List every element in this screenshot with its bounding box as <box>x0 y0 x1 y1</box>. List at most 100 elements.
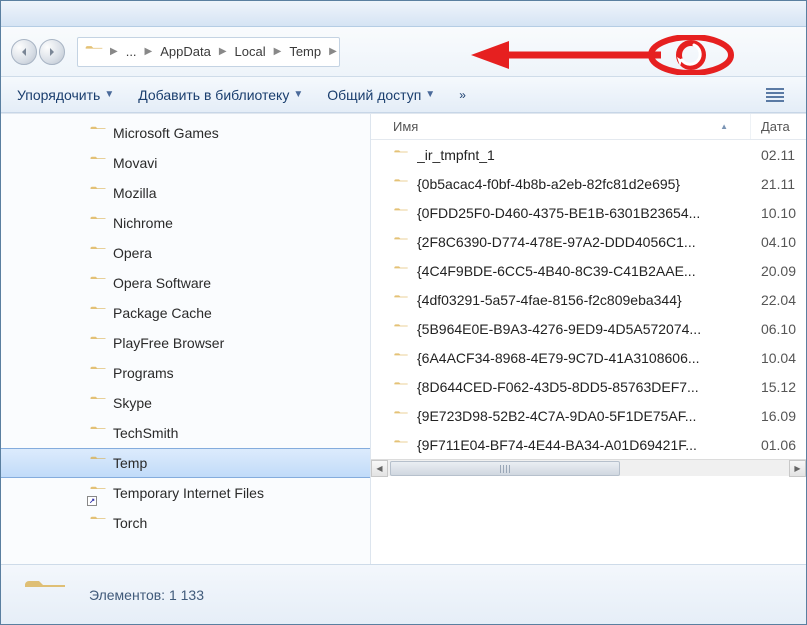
tree-item[interactable]: Package Cache <box>1 298 370 328</box>
list-item[interactable]: {0FDD25F0-D460-4375-BE1B-6301B23654...10… <box>371 198 806 227</box>
breadcrumb-segment[interactable]: AppData <box>154 44 217 59</box>
column-date-label: Дата <box>761 119 790 134</box>
add-to-library-button[interactable]: Добавить в библиотеку ▼ <box>138 87 303 103</box>
folder-icon <box>89 363 107 384</box>
breadcrumb-segment[interactable]: ... <box>120 44 143 59</box>
tree-item[interactable]: Microsoft Games <box>1 118 370 148</box>
title-bar <box>1 1 806 27</box>
list-item[interactable]: {9E723D98-52B2-4C7A-9DA0-5F1DE75AF...16.… <box>371 401 806 430</box>
column-header-date[interactable]: Дата <box>751 114 806 139</box>
file-list[interactable]: Имя ▲ Дата _ir_tmpfnt_1 02.11 {0b5acac4-f0… <box>371 114 806 564</box>
list-item[interactable]: {4df03291-5a57-4fae-8156-f2c809eba344}22… <box>371 285 806 314</box>
tree-item-label: Temporary Internet Files <box>113 485 264 501</box>
list-item[interactable]: {4C4F9BDE-6CC5-4B40-8C39-C41B2AAE...20.0… <box>371 256 806 285</box>
elements-label: Элементов: <box>89 587 165 603</box>
list-item[interactable]: {9F711E04-BF74-4E44-BA34-A01D69421F...01… <box>371 430 806 459</box>
elements-count: 1 133 <box>169 587 204 603</box>
folder-icon <box>393 263 409 279</box>
folder-icon <box>393 408 409 424</box>
chevron-right-icon[interactable]: ▶ <box>143 46 155 57</box>
tree-item-label: PlayFree Browser <box>113 335 224 351</box>
folder-icon <box>89 213 107 234</box>
folder-icon <box>89 393 107 414</box>
tree-item[interactable]: Temp <box>1 448 370 478</box>
file-name: {9E723D98-52B2-4C7A-9DA0-5F1DE75AF... <box>417 408 696 424</box>
folder-icon <box>393 292 409 308</box>
overflow-button[interactable]: » <box>459 88 466 102</box>
share-button[interactable]: Общий доступ ▼ <box>327 87 435 103</box>
tree-item-label: Opera Software <box>113 275 211 291</box>
list-item[interactable]: {2F8C6390-D774-478E-97A2-DDD4056C1...04.… <box>371 227 806 256</box>
file-date: 10.10 <box>751 205 806 221</box>
chevron-right-icon[interactable]: ▶ <box>108 46 120 57</box>
scroll-right-button[interactable]: ▶ <box>789 460 806 477</box>
tree-item[interactable]: Temporary Internet Files <box>1 478 370 508</box>
file-name: {9F711E04-BF74-4E44-BA34-A01D69421F... <box>417 437 697 453</box>
file-date: 21.11 <box>751 176 806 192</box>
folder-icon <box>89 513 107 534</box>
organize-label: Упорядочить <box>17 87 100 103</box>
tree-item[interactable]: Mozilla <box>1 178 370 208</box>
file-date: 02.11 <box>751 147 806 163</box>
tree-item[interactable]: Opera Software <box>1 268 370 298</box>
column-header-name[interactable]: Имя ▲ <box>371 114 751 139</box>
tree-item[interactable]: PlayFree Browser <box>1 328 370 358</box>
file-name: {0b5acac4-f0bf-4b8b-a2eb-82fc81d2e695} <box>417 176 680 192</box>
file-date: 04.10 <box>751 234 806 250</box>
tree-item[interactable]: Opera <box>1 238 370 268</box>
tree-item-label: Skype <box>113 395 152 411</box>
folder-icon <box>89 153 107 174</box>
chevron-right-icon[interactable]: ▶ <box>327 46 339 57</box>
tree-item[interactable]: TechSmith <box>1 418 370 448</box>
tree-item-label: Movavi <box>113 155 157 171</box>
back-button[interactable] <box>11 39 37 65</box>
file-name: _ir_tmpfnt_1 <box>417 147 495 163</box>
folder-tree[interactable]: Microsoft GamesMovaviMozillaNichromeOper… <box>1 114 371 564</box>
arrow-left-icon <box>19 47 29 57</box>
file-name: {4C4F9BDE-6CC5-4B40-8C39-C41B2AAE... <box>417 263 696 279</box>
folder-icon <box>89 123 107 144</box>
folder-icon <box>89 303 107 324</box>
chevron-down-icon: ▼ <box>293 89 303 100</box>
tree-item[interactable]: Movavi <box>1 148 370 178</box>
folder-icon <box>84 42 104 62</box>
forward-button[interactable] <box>39 39 65 65</box>
folder-icon <box>89 183 107 204</box>
chevron-right-icon[interactable]: ▶ <box>272 46 284 57</box>
list-item[interactable]: {0b5acac4-f0bf-4b8b-a2eb-82fc81d2e695} 21… <box>371 169 806 198</box>
folder-shortcut-icon <box>89 483 107 504</box>
tree-item-label: Programs <box>113 365 174 381</box>
view-options-button[interactable] <box>760 83 790 107</box>
breadcrumb-segment[interactable]: Local <box>229 44 272 59</box>
view-list-icon <box>766 88 784 102</box>
folder-icon <box>89 453 107 474</box>
folder-icon <box>393 437 409 453</box>
list-item[interactable]: {5B964E0E-B9A3-4276-9ED9-4D5A572074...06… <box>371 314 806 343</box>
scroll-left-button[interactable]: ◀ <box>371 460 388 477</box>
scroll-track[interactable] <box>388 461 789 476</box>
list-item[interactable]: {8D644CED-F062-43D5-8DD5-85763DEF7...15.… <box>371 372 806 401</box>
tree-item[interactable]: Programs <box>1 358 370 388</box>
tree-item[interactable]: Nichrome <box>1 208 370 238</box>
list-item[interactable]: {6A4ACF34-8968-4E79-9C7D-41A3108606...10… <box>371 343 806 372</box>
horizontal-scrollbar[interactable]: ◀ ▶ <box>371 459 806 476</box>
tree-item[interactable]: Skype <box>1 388 370 418</box>
breadcrumb-path[interactable]: ▶ ...▶ AppData▶ Local▶ Temp▶ <box>77 37 340 67</box>
annotation-arrow-eye <box>471 35 771 75</box>
status-bar: Элементов: 1 133 <box>1 564 806 624</box>
folder-icon <box>393 205 409 221</box>
folder-icon <box>393 147 409 163</box>
column-headers: Имя ▲ Дата <box>371 114 806 140</box>
tree-item-label: Microsoft Games <box>113 125 219 141</box>
folder-icon <box>89 243 107 264</box>
arrow-right-icon <box>47 47 57 57</box>
list-item[interactable]: _ir_tmpfnt_1 02.11 <box>371 140 806 169</box>
tree-item-label: Mozilla <box>113 185 157 201</box>
scroll-thumb[interactable] <box>390 461 620 476</box>
chevron-right-icon[interactable]: ▶ <box>217 46 229 57</box>
organize-button[interactable]: Упорядочить ▼ <box>17 87 114 103</box>
nav-buttons <box>11 39 65 65</box>
breadcrumb-segment[interactable]: Temp <box>283 44 327 59</box>
tree-item[interactable]: Torch <box>1 508 370 538</box>
folder-icon <box>393 379 409 395</box>
